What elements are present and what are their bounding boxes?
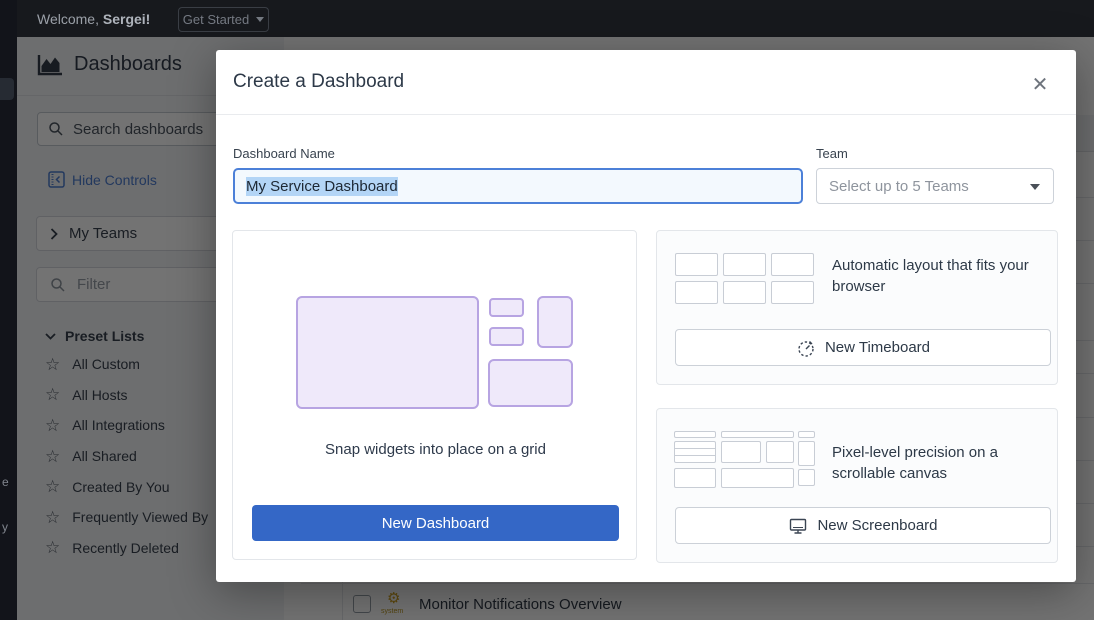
illustration-widget: [537, 296, 573, 348]
divider: [216, 114, 1076, 115]
team-select-placeholder: Select up to 5 Teams: [829, 178, 969, 195]
welcome-username: Sergei!: [103, 11, 150, 27]
screen: Welcome, Sergei! Get Started e y Dashboa…: [0, 0, 1094, 620]
welcome-prefix: Welcome,: [37, 11, 99, 27]
illustration-widget: [674, 431, 716, 438]
chevron-down-icon: [256, 17, 264, 22]
monitor-icon: [788, 516, 808, 536]
nav-label-fragment: y: [2, 520, 8, 534]
illustration-widget: [771, 281, 814, 304]
create-dashboard-modal: Create a Dashboard ✕ Dashboard Name My S…: [216, 50, 1076, 582]
new-screenboard-button[interactable]: New Screenboard: [675, 507, 1051, 544]
screenboard-card: Pixel-level precision on a scrollable ca…: [656, 408, 1058, 563]
illustration-widget: [766, 441, 794, 463]
illustration-widget: [798, 441, 815, 466]
new-dashboard-button[interactable]: New Dashboard: [252, 505, 619, 541]
team-label: Team: [816, 146, 848, 161]
illustration-widget: [489, 298, 524, 317]
dashboard-name-label: Dashboard Name: [233, 146, 335, 161]
nav-label-fragment: e: [2, 475, 9, 489]
new-timeboard-label: New Timeboard: [825, 339, 930, 356]
illustration-widget: [723, 253, 766, 276]
timeboard-description: Automatic layout that fits your browser: [832, 255, 1050, 297]
illustration-widget: [674, 441, 716, 463]
active-nav-indicator: [0, 78, 14, 100]
illustration-widget: [723, 281, 766, 304]
auto-layout-illustration: [675, 253, 814, 304]
grid-card-caption: Snap widgets into place on a grid: [233, 441, 638, 458]
left-nav-strip: e y: [0, 0, 17, 620]
illustration-widget: [488, 359, 573, 407]
team-select[interactable]: Select up to 5 Teams: [816, 168, 1054, 204]
grid-dashboard-card: Snap widgets into place on a grid New Da…: [232, 230, 637, 560]
new-timeboard-button[interactable]: New Timeboard: [675, 329, 1051, 366]
illustration-widget: [674, 468, 716, 488]
illustration-widget: [675, 253, 718, 276]
illustration-widget: [771, 253, 814, 276]
illustration-widget: [721, 468, 794, 488]
topbar: Welcome, Sergei! Get Started: [0, 0, 1094, 37]
illustration-widget: [721, 441, 761, 463]
illustration-widget: [489, 327, 524, 346]
illustration-widget: [721, 431, 794, 438]
illustration-widget: [798, 431, 815, 438]
welcome-text: Welcome, Sergei!: [37, 11, 150, 27]
illustration-widget: [296, 296, 479, 409]
new-screenboard-label: New Screenboard: [817, 517, 937, 534]
close-icon[interactable]: ✕: [1026, 70, 1054, 98]
grid-layout-illustration: [296, 296, 575, 409]
modal-title: Create a Dashboard: [233, 71, 404, 93]
chevron-down-icon: [1030, 184, 1040, 190]
screenboard-description: Pixel-level precision on a scrollable ca…: [832, 442, 1040, 484]
stopwatch-icon: [796, 338, 816, 358]
dashboard-name-input[interactable]: My Service Dashboard: [233, 168, 803, 204]
illustration-widget: [675, 281, 718, 304]
illustration-widget: [798, 469, 815, 486]
get-started-label: Get Started: [183, 12, 249, 27]
free-layout-illustration: [674, 431, 815, 489]
timeboard-card: Automatic layout that fits your browser …: [656, 230, 1058, 385]
get-started-button[interactable]: Get Started: [178, 7, 269, 32]
dashboard-name-value: My Service Dashboard: [246, 177, 398, 196]
